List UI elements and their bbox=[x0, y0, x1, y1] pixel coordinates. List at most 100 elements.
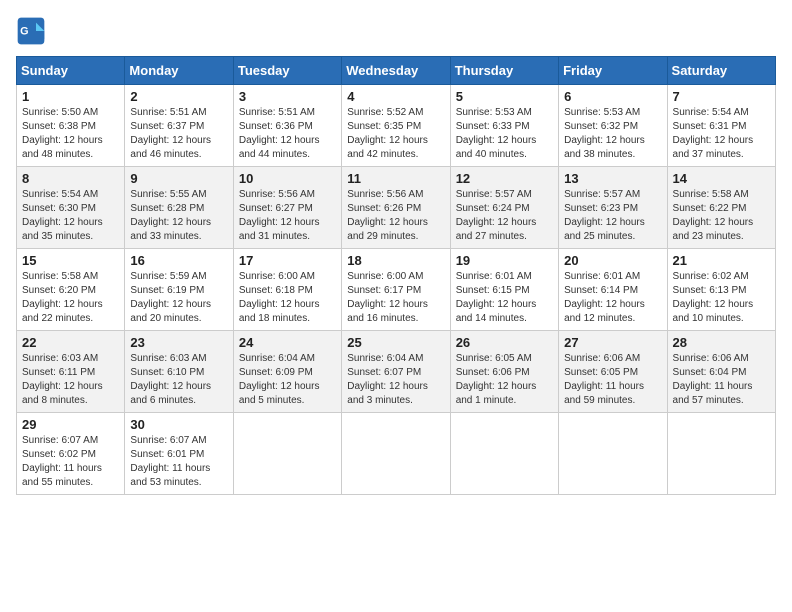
day-number: 15 bbox=[22, 253, 119, 268]
calendar-cell: 14 Sunrise: 5:58 AM Sunset: 6:22 PM Dayli… bbox=[667, 167, 775, 249]
weekday-thursday: Thursday bbox=[450, 57, 558, 85]
weekday-wednesday: Wednesday bbox=[342, 57, 450, 85]
day-number: 13 bbox=[564, 171, 661, 186]
day-number: 28 bbox=[673, 335, 770, 350]
day-info: Sunrise: 6:01 AM Sunset: 6:14 PM Dayligh… bbox=[564, 270, 661, 326]
day-info: Sunrise: 6:06 AM Sunset: 6:05 PM Dayligh… bbox=[564, 352, 661, 408]
calendar-cell bbox=[342, 413, 450, 495]
day-number: 7 bbox=[673, 89, 770, 104]
calendar-cell: 8 Sunrise: 5:54 AM Sunset: 6:30 PM Daylig… bbox=[17, 167, 125, 249]
day-info: Sunrise: 5:55 AM Sunset: 6:28 PM Dayligh… bbox=[130, 188, 227, 244]
day-info: Sunrise: 5:50 AM Sunset: 6:38 PM Dayligh… bbox=[22, 106, 119, 162]
weekday-header-row: SundayMondayTuesdayWednesdayThursdayFrid… bbox=[17, 57, 776, 85]
day-info: Sunrise: 5:58 AM Sunset: 6:20 PM Dayligh… bbox=[22, 270, 119, 326]
calendar-cell: 21 Sunrise: 6:02 AM Sunset: 6:13 PM Dayli… bbox=[667, 249, 775, 331]
day-number: 4 bbox=[347, 89, 444, 104]
day-info: Sunrise: 6:05 AM Sunset: 6:06 PM Dayligh… bbox=[456, 352, 553, 408]
day-info: Sunrise: 6:02 AM Sunset: 6:13 PM Dayligh… bbox=[673, 270, 770, 326]
calendar-cell: 10 Sunrise: 5:56 AM Sunset: 6:27 PM Dayli… bbox=[233, 167, 341, 249]
day-info: Sunrise: 6:04 AM Sunset: 6:07 PM Dayligh… bbox=[347, 352, 444, 408]
day-info: Sunrise: 5:58 AM Sunset: 6:22 PM Dayligh… bbox=[673, 188, 770, 244]
weekday-sunday: Sunday bbox=[17, 57, 125, 85]
day-info: Sunrise: 6:04 AM Sunset: 6:09 PM Dayligh… bbox=[239, 352, 336, 408]
calendar-cell: 6 Sunrise: 5:53 AM Sunset: 6:32 PM Daylig… bbox=[559, 85, 667, 167]
day-info: Sunrise: 5:56 AM Sunset: 6:26 PM Dayligh… bbox=[347, 188, 444, 244]
day-number: 26 bbox=[456, 335, 553, 350]
calendar-cell: 15 Sunrise: 5:58 AM Sunset: 6:20 PM Dayli… bbox=[17, 249, 125, 331]
day-number: 8 bbox=[22, 171, 119, 186]
logo: G bbox=[16, 16, 50, 46]
day-info: Sunrise: 6:07 AM Sunset: 6:01 PM Dayligh… bbox=[130, 434, 227, 490]
calendar-cell: 3 Sunrise: 5:51 AM Sunset: 6:36 PM Daylig… bbox=[233, 85, 341, 167]
day-number: 11 bbox=[347, 171, 444, 186]
day-number: 21 bbox=[673, 253, 770, 268]
calendar-cell: 27 Sunrise: 6:06 AM Sunset: 6:05 PM Dayli… bbox=[559, 331, 667, 413]
day-number: 1 bbox=[22, 89, 119, 104]
calendar-cell: 13Sunrise: 5:57 AM Sunset: 6:23 PM Dayli… bbox=[559, 167, 667, 249]
day-number: 9 bbox=[130, 171, 227, 186]
day-number: 14 bbox=[673, 171, 770, 186]
calendar-cell bbox=[559, 413, 667, 495]
day-number: 2 bbox=[130, 89, 227, 104]
calendar-cell: 22 Sunrise: 6:03 AM Sunset: 6:11 PM Dayli… bbox=[17, 331, 125, 413]
calendar-cell: 12Sunrise: 5:57 AM Sunset: 6:24 PM Dayli… bbox=[450, 167, 558, 249]
calendar-table: SundayMondayTuesdayWednesdayThursdayFrid… bbox=[16, 56, 776, 495]
logo-icon: G bbox=[16, 16, 46, 46]
day-info: Sunrise: 5:51 AM Sunset: 6:36 PM Dayligh… bbox=[239, 106, 336, 162]
svg-text:G: G bbox=[20, 25, 28, 37]
calendar-week-row: 15 Sunrise: 5:58 AM Sunset: 6:20 PM Dayli… bbox=[17, 249, 776, 331]
calendar-week-row: 22 Sunrise: 6:03 AM Sunset: 6:11 PM Dayli… bbox=[17, 331, 776, 413]
day-info: Sunrise: 5:56 AM Sunset: 6:27 PM Dayligh… bbox=[239, 188, 336, 244]
calendar-cell bbox=[450, 413, 558, 495]
day-number: 6 bbox=[564, 89, 661, 104]
calendar-cell: 23 Sunrise: 6:03 AM Sunset: 6:10 PM Dayli… bbox=[125, 331, 233, 413]
calendar-cell: 7 Sunrise: 5:54 AM Sunset: 6:31 PM Daylig… bbox=[667, 85, 775, 167]
day-number: 5 bbox=[456, 89, 553, 104]
day-info: Sunrise: 6:03 AM Sunset: 6:10 PM Dayligh… bbox=[130, 352, 227, 408]
calendar-cell: 25Sunrise: 6:04 AM Sunset: 6:07 PM Dayli… bbox=[342, 331, 450, 413]
day-info: Sunrise: 5:53 AM Sunset: 6:33 PM Dayligh… bbox=[456, 106, 553, 162]
day-number: 3 bbox=[239, 89, 336, 104]
calendar-cell: 26 Sunrise: 6:05 AM Sunset: 6:06 PM Dayli… bbox=[450, 331, 558, 413]
calendar-cell: 11 Sunrise: 5:56 AM Sunset: 6:26 PM Dayli… bbox=[342, 167, 450, 249]
calendar-cell: 16Sunrise: 5:59 AM Sunset: 6:19 PM Dayli… bbox=[125, 249, 233, 331]
calendar-cell: 1 Sunrise: 5:50 AM Sunset: 6:38 PM Daylig… bbox=[17, 85, 125, 167]
day-number: 19 bbox=[456, 253, 553, 268]
day-number: 18 bbox=[347, 253, 444, 268]
day-info: Sunrise: 5:52 AM Sunset: 6:35 PM Dayligh… bbox=[347, 106, 444, 162]
day-number: 23 bbox=[130, 335, 227, 350]
day-info: Sunrise: 5:54 AM Sunset: 6:31 PM Dayligh… bbox=[673, 106, 770, 162]
day-info: Sunrise: 5:57 AM Sunset: 6:24 PM Dayligh… bbox=[456, 188, 553, 244]
day-number: 22 bbox=[22, 335, 119, 350]
day-info: Sunrise: 5:54 AM Sunset: 6:30 PM Dayligh… bbox=[22, 188, 119, 244]
weekday-saturday: Saturday bbox=[667, 57, 775, 85]
calendar-cell bbox=[667, 413, 775, 495]
day-number: 30 bbox=[130, 417, 227, 432]
day-number: 29 bbox=[22, 417, 119, 432]
day-info: Sunrise: 6:03 AM Sunset: 6:11 PM Dayligh… bbox=[22, 352, 119, 408]
calendar-week-row: 8 Sunrise: 5:54 AM Sunset: 6:30 PM Daylig… bbox=[17, 167, 776, 249]
calendar-cell: 19Sunrise: 6:01 AM Sunset: 6:15 PM Dayli… bbox=[450, 249, 558, 331]
day-number: 16 bbox=[130, 253, 227, 268]
calendar-cell: 5 Sunrise: 5:53 AM Sunset: 6:33 PM Daylig… bbox=[450, 85, 558, 167]
day-number: 10 bbox=[239, 171, 336, 186]
day-number: 20 bbox=[564, 253, 661, 268]
calendar-body: 1 Sunrise: 5:50 AM Sunset: 6:38 PM Daylig… bbox=[17, 85, 776, 495]
calendar-cell: 17Sunrise: 6:00 AM Sunset: 6:18 PM Dayli… bbox=[233, 249, 341, 331]
weekday-friday: Friday bbox=[559, 57, 667, 85]
calendar-cell: 9 Sunrise: 5:55 AM Sunset: 6:28 PM Daylig… bbox=[125, 167, 233, 249]
day-number: 24 bbox=[239, 335, 336, 350]
weekday-tuesday: Tuesday bbox=[233, 57, 341, 85]
day-info: Sunrise: 6:07 AM Sunset: 6:02 PM Dayligh… bbox=[22, 434, 119, 490]
calendar-cell: 20 Sunrise: 6:01 AM Sunset: 6:14 PM Dayli… bbox=[559, 249, 667, 331]
calendar-cell: 2 Sunrise: 5:51 AM Sunset: 6:37 PM Daylig… bbox=[125, 85, 233, 167]
day-number: 17 bbox=[239, 253, 336, 268]
calendar-cell: 18Sunrise: 6:00 AM Sunset: 6:17 PM Dayli… bbox=[342, 249, 450, 331]
day-number: 27 bbox=[564, 335, 661, 350]
day-info: Sunrise: 5:51 AM Sunset: 6:37 PM Dayligh… bbox=[130, 106, 227, 162]
calendar-week-row: 29 Sunrise: 6:07 AM Sunset: 6:02 PM Dayli… bbox=[17, 413, 776, 495]
calendar-cell: 24 Sunrise: 6:04 AM Sunset: 6:09 PM Dayli… bbox=[233, 331, 341, 413]
day-info: Sunrise: 5:53 AM Sunset: 6:32 PM Dayligh… bbox=[564, 106, 661, 162]
day-info: Sunrise: 6:06 AM Sunset: 6:04 PM Dayligh… bbox=[673, 352, 770, 408]
calendar-cell bbox=[233, 413, 341, 495]
